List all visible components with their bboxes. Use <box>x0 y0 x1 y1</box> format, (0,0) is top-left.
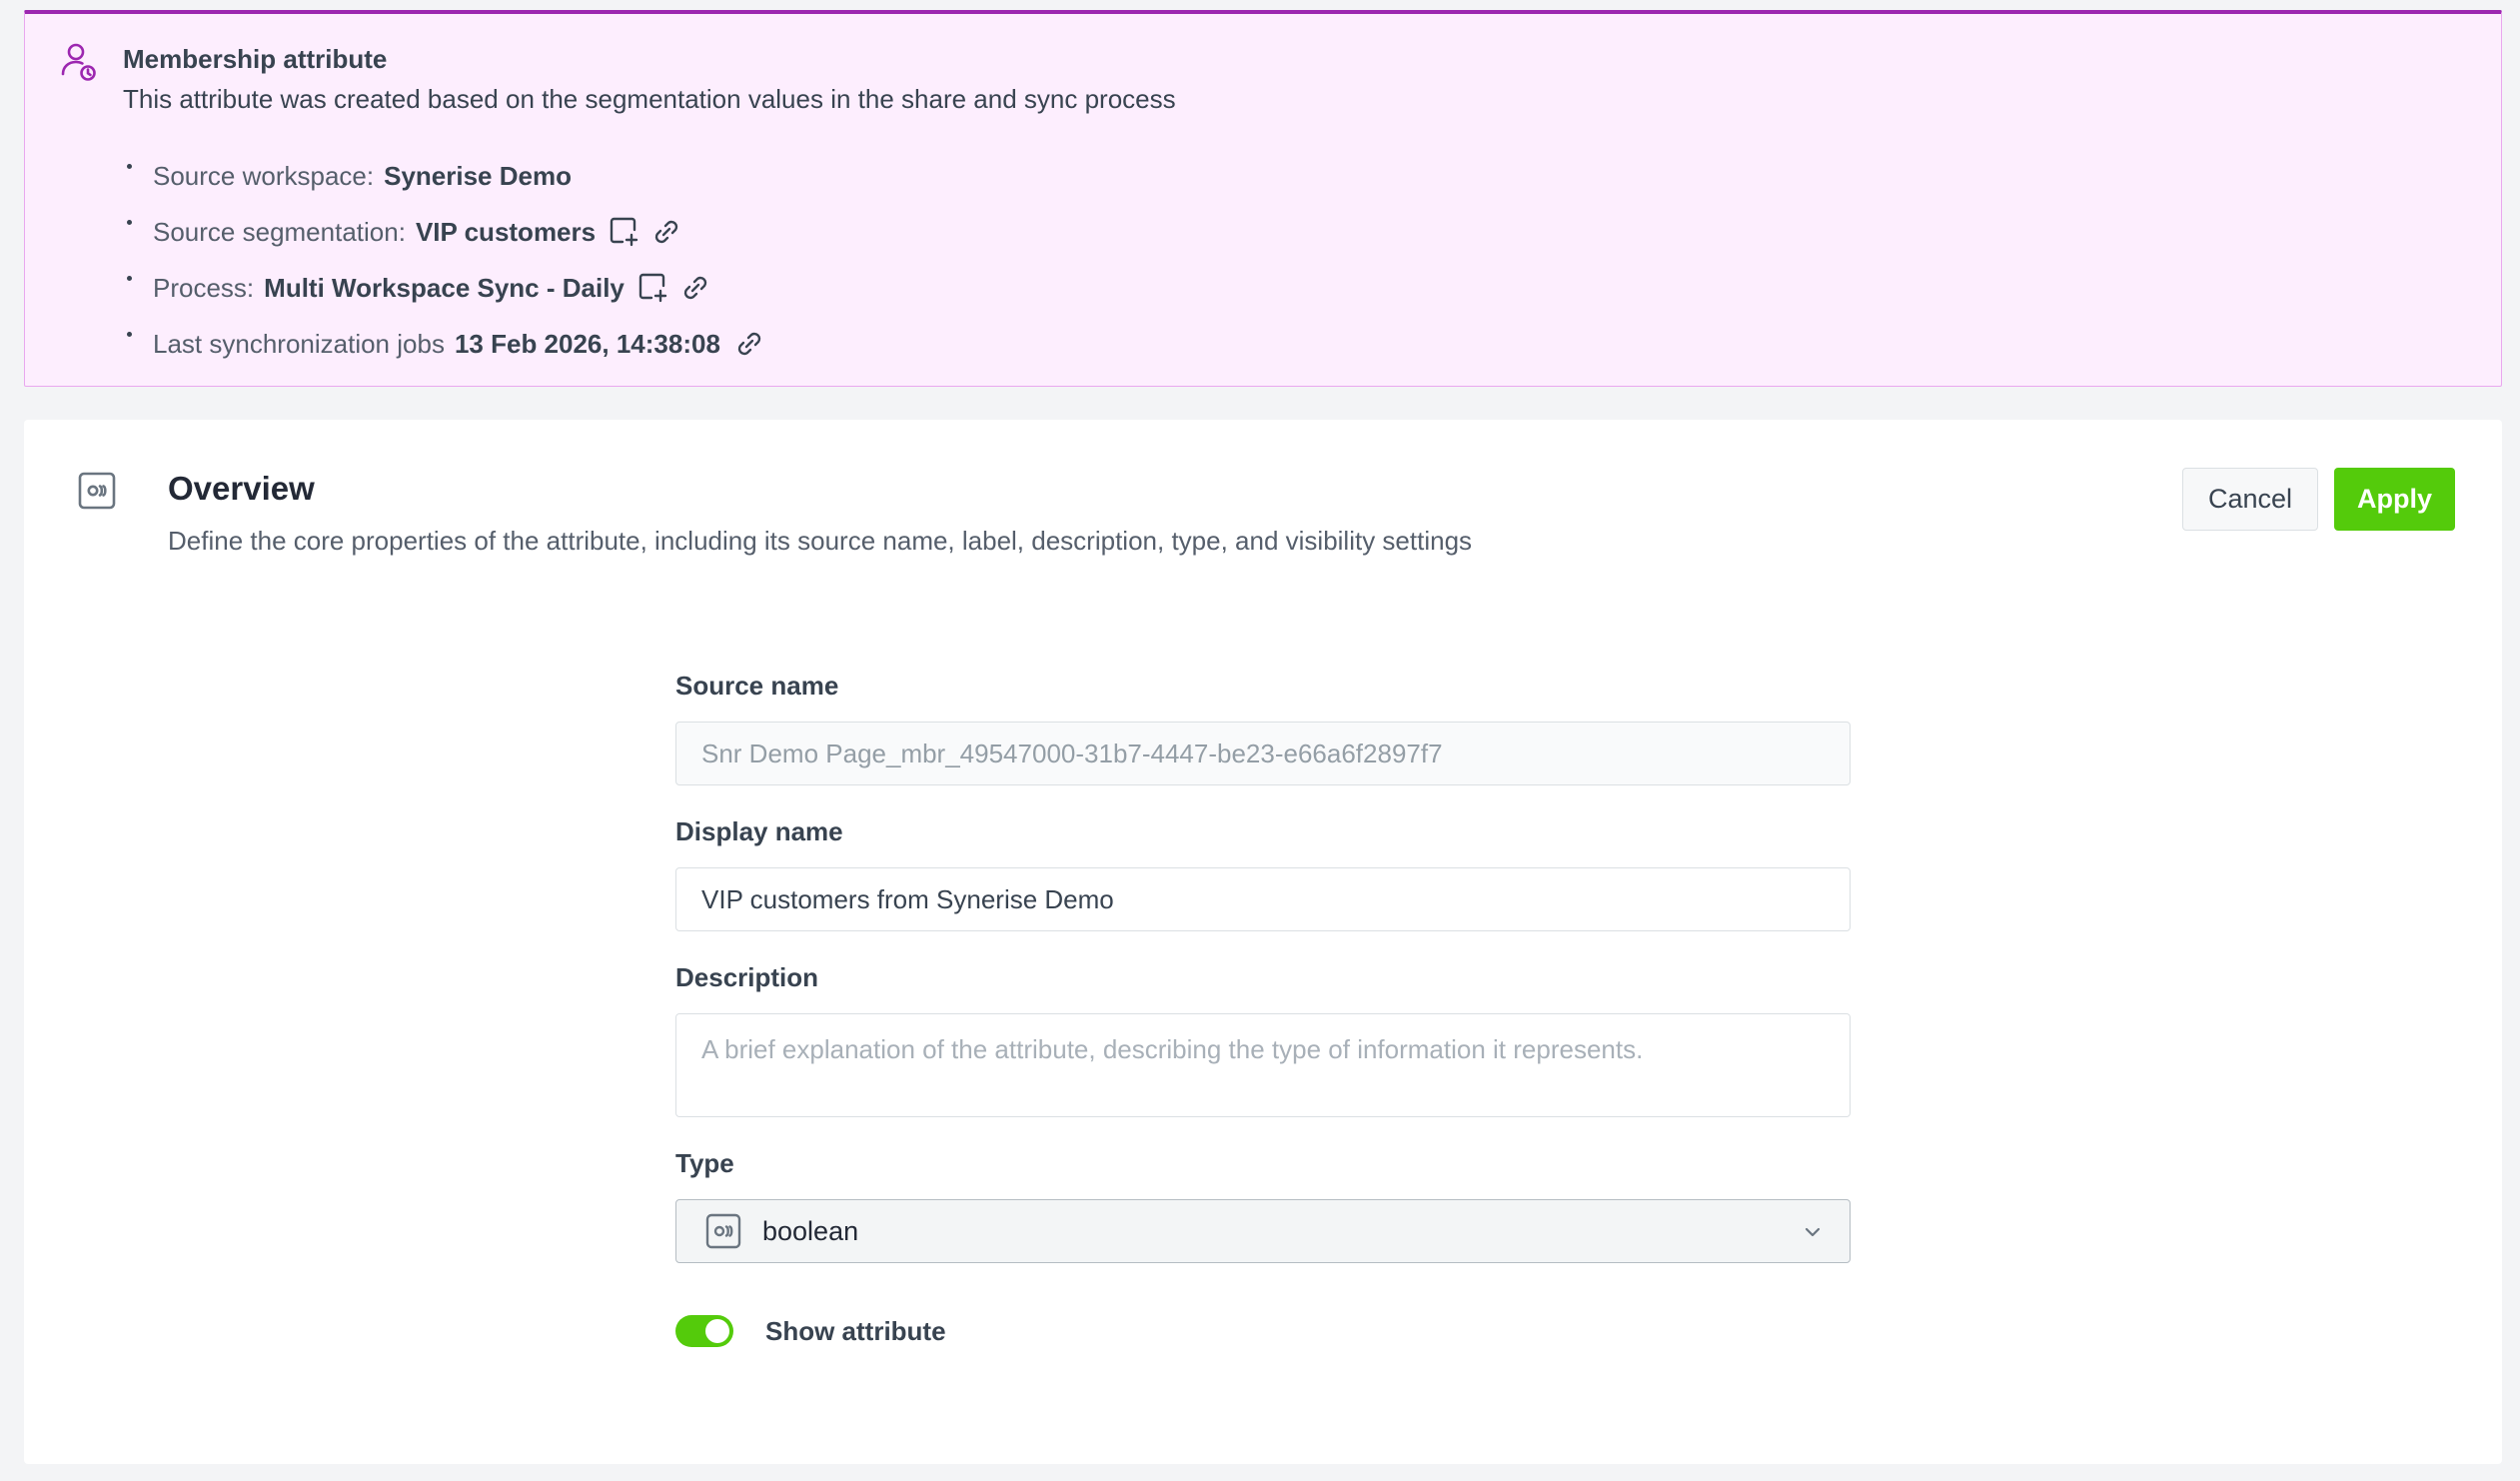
list-item-process: Process: Multi Workspace Sync - Daily <box>123 260 772 316</box>
banner-description: This attribute was created based on the … <box>123 84 1176 114</box>
apply-button[interactable]: Apply <box>2334 468 2455 531</box>
source-workspace-label: Source workspace: <box>153 160 375 191</box>
process-label: Process: <box>153 272 255 303</box>
membership-banner: Membership attribute This attribute was … <box>24 10 2502 387</box>
chevron-down-icon <box>1805 1227 1821 1237</box>
attribute-type-icon <box>78 472 116 510</box>
last-sync-value: 13 Feb 2026, 14:38:08 <box>454 328 720 359</box>
last-sync-label: Last synchronization jobs <box>153 328 445 359</box>
cancel-button[interactable]: Cancel <box>2182 468 2318 531</box>
show-attribute-row: Show attribute <box>675 1311 1851 1351</box>
open-in-new-window-icon[interactable] <box>634 269 672 307</box>
type-select[interactable]: boolean <box>675 1199 1851 1263</box>
show-attribute-label: Show attribute <box>765 1315 946 1346</box>
description-label: Description <box>675 962 819 992</box>
link-icon[interactable] <box>730 325 768 363</box>
toggle-knob <box>705 1319 729 1343</box>
attribute-form: Source name Snr Demo Page_mbr_49547000-3… <box>675 670 1851 1351</box>
source-segmentation-label: Source segmentation: <box>153 216 406 247</box>
show-attribute-toggle[interactable] <box>675 1315 733 1347</box>
banner-details-list: Source workspace: Synerise Demo Source s… <box>123 148 772 372</box>
link-icon[interactable] <box>676 269 714 307</box>
open-in-new-window-icon[interactable] <box>606 213 643 251</box>
overview-card: Overview Define the core properties of t… <box>24 420 2502 1464</box>
display-name-label: Display name <box>675 816 843 846</box>
overview-description: Define the core properties of the attrib… <box>168 526 1473 556</box>
link-icon[interactable] <box>647 213 685 251</box>
overview-title: Overview <box>168 470 315 507</box>
list-item-source-segmentation: Source segmentation: VIP customers <box>123 204 772 260</box>
list-item-last-sync: Last synchronization jobs 13 Feb 2026, 1… <box>123 316 772 372</box>
source-segmentation-value: VIP customers <box>415 216 597 247</box>
boolean-type-icon <box>705 1213 741 1249</box>
display-name-field[interactable]: VIP customers from Synerise Demo <box>675 867 1851 931</box>
banner-title: Membership attribute <box>123 44 388 74</box>
process-value: Multi Workspace Sync - Daily <box>264 272 625 303</box>
list-item-source-workspace: Source workspace: Synerise Demo <box>123 148 772 204</box>
user-sync-icon <box>61 43 96 81</box>
type-select-value: boolean <box>762 1215 859 1246</box>
source-workspace-value: Synerise Demo <box>384 160 572 191</box>
source-name-label: Source name <box>675 671 839 701</box>
description-field[interactable]: A brief explanation of the attribute, de… <box>675 1013 1851 1117</box>
source-name-field: Snr Demo Page_mbr_49547000-31b7-4447-be2… <box>675 722 1851 785</box>
type-label: Type <box>675 1148 734 1178</box>
